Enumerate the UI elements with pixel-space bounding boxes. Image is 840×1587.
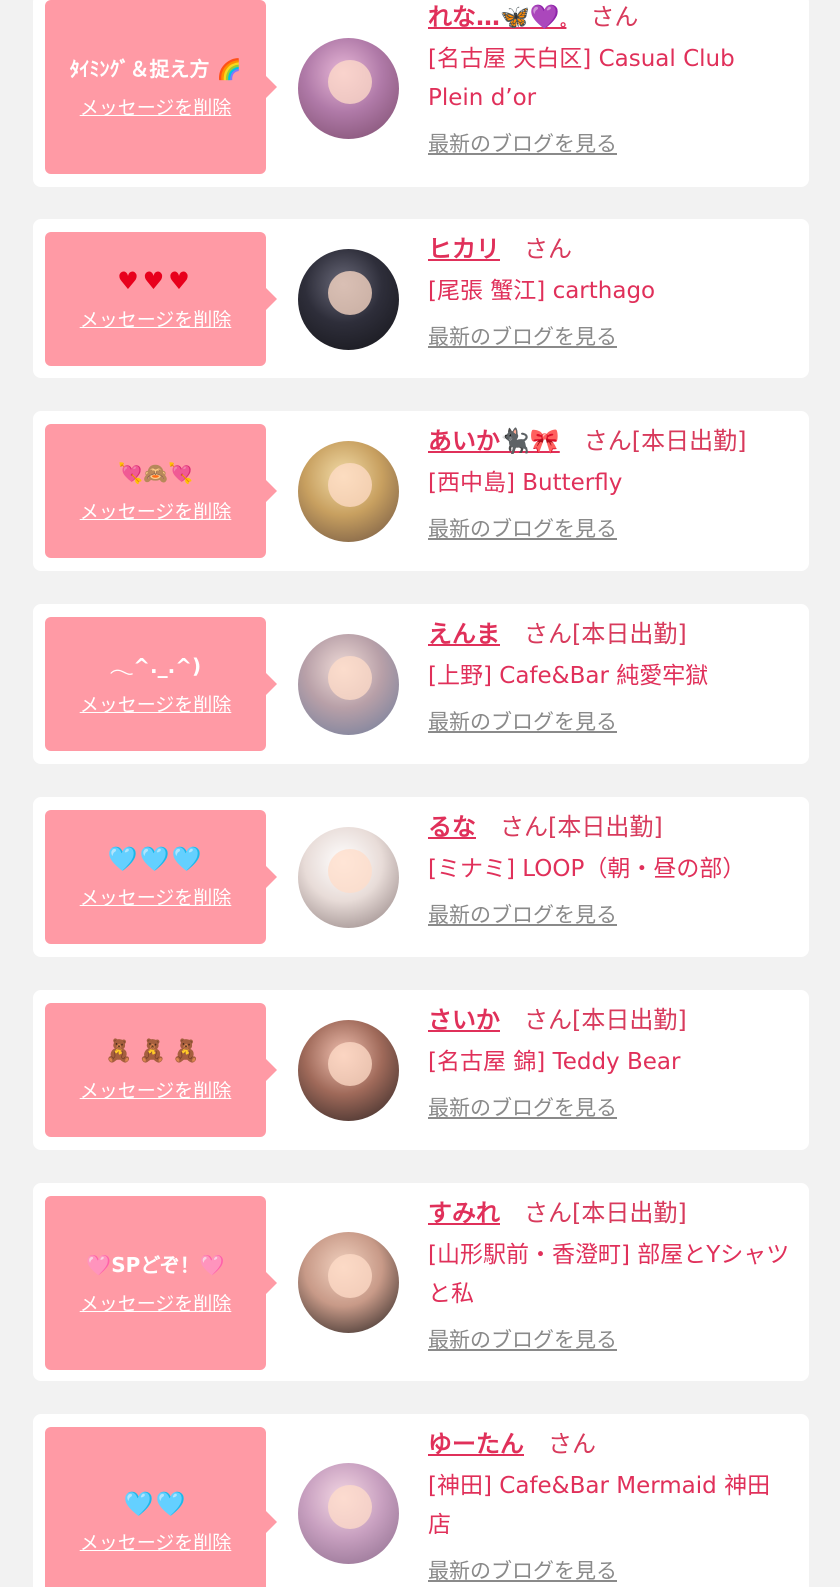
avatar[interactable] — [298, 1020, 399, 1121]
message-bubble: 🧸🧸🧸 メッセージを削除 — [45, 1003, 277, 1137]
message-bubble: 🩷SPどぞ！🩷 メッセージを削除 — [45, 1196, 277, 1370]
delete-message-link[interactable]: メッセージを削除 — [80, 690, 232, 717]
latest-blog-link[interactable]: 最新のブログを見る — [428, 321, 617, 351]
avatar-highlight — [328, 849, 372, 893]
name-line: さいか さん[本日出勤] — [428, 1003, 793, 1037]
message-bubble: 💘🙈💘 メッセージを削除 — [45, 424, 277, 558]
name-suffix: さん[本日出勤] — [524, 1199, 687, 1227]
cast-info: れな…🦋💜𓈒 さん [名古屋 天白区] Casual Club Plein d’or… — [428, 0, 793, 158]
latest-blog-link[interactable]: 最新のブログを見る — [428, 706, 617, 736]
shop-label: [名古屋 天白区] Casual Club Plein d’or — [428, 46, 735, 111]
name-suffix: さん[本日出勤] — [500, 813, 663, 841]
cast-info: えんま さん[本日出勤] [上野] Cafe&Bar 純愛牢獄最新のブログを見る — [428, 617, 793, 736]
favorite-card: 🧸🧸🧸 メッセージを削除 さいか さん[本日出勤] [名古屋 錦] Teddy Bear… — [33, 990, 809, 1150]
name-suffix: さん — [524, 235, 572, 263]
name-line: えんま さん[本日出勤] — [428, 617, 793, 651]
shop-label: [上野] Cafe&Bar 純愛牢獄 — [428, 663, 709, 689]
avatar-highlight — [328, 1485, 372, 1529]
message-bubble: 𓂃^._.^) メッセージを削除 — [45, 617, 277, 751]
delete-message-link[interactable]: メッセージを削除 — [80, 1076, 232, 1103]
avatar[interactable] — [298, 634, 399, 735]
name-suffix: さん — [548, 1430, 596, 1458]
favorite-card: ♥♥♥ メッセージを削除 ヒカリ さん [尾張 蟹江] carthago 最新のブログを見… — [33, 219, 809, 378]
message-text: 🩷SPどぞ！🩷 — [86, 1252, 225, 1277]
shop-label: [名古屋 錦] Teddy Bear — [428, 1049, 681, 1075]
cast-name-link[interactable]: ヒカリ — [428, 235, 500, 263]
favorite-card: 𓂃^._.^) メッセージを削除 えんま さん[本日出勤] [上野] Cafe&Bar … — [33, 604, 809, 764]
name-suffix: さん[本日出勤] — [583, 427, 747, 455]
avatar[interactable] — [298, 1463, 399, 1564]
favorite-card: 🩷SPどぞ！🩷 メッセージを削除 すみれ さん[本日出勤] [山形駅前・香澄町] 部屋と… — [33, 1183, 809, 1381]
delete-message-link[interactable]: メッセージを削除 — [80, 883, 232, 910]
latest-blog-link[interactable]: 最新のブログを見る — [428, 1555, 617, 1585]
name-line: あいか🐈‍⬛🎀 さん[本日出勤] — [428, 424, 793, 458]
shop-label: [西中島] Butterfly — [428, 470, 623, 496]
name-suffix: さん[本日出勤] — [524, 620, 687, 648]
avatar-highlight — [328, 463, 372, 507]
delete-message-link[interactable]: メッセージを削除 — [80, 305, 232, 332]
shop-label: [山形駅前・香澄町] 部屋とYシャツと私 — [428, 1242, 790, 1307]
shop-label: [尾張 蟹江] carthago — [428, 278, 656, 304]
latest-blog-link[interactable]: 最新のブログを見る — [428, 513, 617, 543]
avatar-highlight — [328, 656, 372, 700]
name-suffix: さん — [590, 3, 639, 31]
favorite-card: ﾀｲﾐﾝｸﾞ＆捉え方 🌈 メッセージを削除 れな…🦋💜𓈒 さん [名古屋 天白区] Ca… — [33, 0, 809, 187]
avatar[interactable] — [298, 441, 399, 542]
avatar-highlight — [328, 1042, 372, 1086]
shop-label: [ミナミ] LOOP（朝・昼の部） — [428, 856, 746, 882]
avatar-highlight — [328, 60, 372, 104]
latest-blog-link[interactable]: 最新のブログを見る — [428, 1092, 617, 1122]
message-bubble: 🩵🩵 メッセージを削除 — [45, 1427, 277, 1587]
cast-info: ゆーたん さん [神田] Cafe&Bar Mermaid 神田店最新のブログを見る — [428, 1427, 793, 1585]
cast-info: ヒカリ さん [尾張 蟹江] carthago 最新のブログを見る — [428, 232, 793, 351]
message-text: 🩵🩵 — [123, 1489, 188, 1518]
message-text: 🩵🩵🩵 — [107, 844, 204, 873]
cast-name-link[interactable]: るな — [428, 813, 476, 841]
favorite-card: 🩵🩵🩵 メッセージを削除 るな さん[本日出勤] [ミナミ] LOOP（朝・昼の部） 最新… — [33, 797, 809, 957]
avatar[interactable] — [298, 38, 399, 139]
name-line: すみれ さん[本日出勤] — [428, 1196, 793, 1230]
cast-name-link[interactable]: あいか🐈‍⬛🎀 — [428, 427, 560, 455]
delete-message-link[interactable]: メッセージを削除 — [80, 1528, 232, 1555]
message-text: 💘🙈💘 — [118, 460, 193, 485]
cast-info: るな さん[本日出勤] [ミナミ] LOOP（朝・昼の部） 最新のブログを見る — [428, 810, 793, 929]
favorite-card: 💘🙈💘 メッセージを削除 あいか🐈‍⬛🎀 さん[本日出勤] [西中島] Butterfl… — [33, 411, 809, 571]
cast-name-link[interactable]: さいか — [428, 1006, 500, 1034]
delete-message-link[interactable]: メッセージを削除 — [80, 1289, 232, 1316]
latest-blog-link[interactable]: 最新のブログを見る — [428, 128, 617, 158]
message-text: ♥♥♥ — [117, 266, 194, 295]
message-text: 𓂃^._.^) — [109, 653, 202, 678]
name-suffix: さん[本日出勤] — [524, 1006, 687, 1034]
favorite-list: ﾀｲﾐﾝｸﾞ＆捉え方 🌈 メッセージを削除 れな…🦋💜𓈒 さん [名古屋 天白区] Ca… — [0, 0, 840, 1587]
message-bubble: ﾀｲﾐﾝｸﾞ＆捉え方 🌈 メッセージを削除 — [45, 0, 277, 174]
cast-name-link[interactable]: れな…🦋💜𓈒 — [428, 3, 566, 31]
latest-blog-link[interactable]: 最新のブログを見る — [428, 899, 617, 929]
message-bubble: ♥♥♥ メッセージを削除 — [45, 232, 277, 366]
message-text: 🧸🧸🧸 — [105, 1038, 206, 1064]
cast-info: すみれ さん[本日出勤] [山形駅前・香澄町] 部屋とYシャツと私最新のブログを見る — [428, 1196, 793, 1354]
avatar[interactable] — [298, 827, 399, 928]
avatar[interactable] — [298, 249, 399, 350]
avatar-highlight — [328, 1254, 372, 1298]
cast-name-link[interactable]: ゆーたん — [428, 1430, 524, 1458]
name-line: るな さん[本日出勤] — [428, 810, 793, 844]
name-line: れな…🦋💜𓈒 さん — [428, 0, 793, 34]
cast-name-link[interactable]: すみれ — [428, 1199, 500, 1227]
message-text: ﾀｲﾐﾝｸﾞ＆捉え方 🌈 — [69, 56, 242, 81]
cast-info: あいか🐈‍⬛🎀 さん[本日出勤] [西中島] Butterfly 最新のブログを見る — [428, 424, 793, 543]
avatar-highlight — [328, 271, 372, 315]
avatar[interactable] — [298, 1232, 399, 1333]
cast-name-link[interactable]: えんま — [428, 620, 500, 648]
name-line: ゆーたん さん — [428, 1427, 793, 1461]
cast-info: さいか さん[本日出勤] [名古屋 錦] Teddy Bear 最新のブログを見る — [428, 1003, 793, 1122]
message-bubble: 🩵🩵🩵 メッセージを削除 — [45, 810, 277, 944]
latest-blog-link[interactable]: 最新のブログを見る — [428, 1324, 617, 1354]
delete-message-link[interactable]: メッセージを削除 — [80, 93, 232, 120]
name-line: ヒカリ さん — [428, 232, 793, 266]
favorite-card: 🩵🩵 メッセージを削除 ゆーたん さん [神田] Cafe&Bar Mermaid 神田… — [33, 1414, 809, 1587]
shop-label: [神田] Cafe&Bar Mermaid 神田店 — [428, 1473, 771, 1538]
delete-message-link[interactable]: メッセージを削除 — [80, 497, 232, 524]
